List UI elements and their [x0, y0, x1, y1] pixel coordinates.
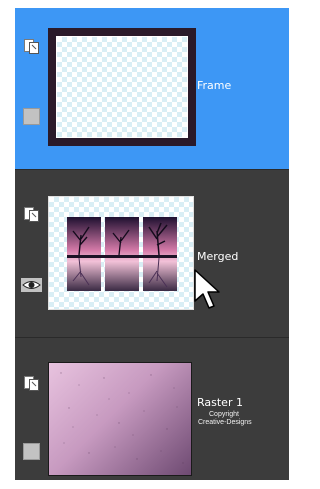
noise-texture: [60, 372, 184, 464]
layer-name-frame: Frame: [197, 79, 232, 92]
layer-row-raster-1[interactable]: Raster 1 Copyright Creative-Designs: [15, 338, 289, 480]
visibility-toggle-box[interactable]: [23, 443, 40, 460]
layer-name-merged: Merged: [197, 250, 239, 263]
layer-link-icon[interactable]: [23, 375, 40, 392]
visibility-toggle-box[interactable]: [23, 108, 40, 125]
layer-link-icon[interactable]: [23, 38, 40, 55]
mouse-pointer-icon: [194, 269, 220, 309]
layer-row-merged[interactable]: Merged: [15, 170, 289, 338]
layer-name-raster-1: Raster 1: [197, 396, 243, 409]
layer-thumbnail-raster-1: [48, 362, 192, 476]
merged-thumbnail-image: [67, 217, 177, 291]
layers-panel: Frame Merged Raster 1 Copyright Creative…: [15, 8, 289, 480]
eye-icon[interactable]: [21, 278, 42, 292]
layer-row-frame[interactable]: Frame: [15, 8, 289, 170]
watermark-line-2: Creative-Designs: [198, 419, 252, 426]
layer-thumbnail-frame: [48, 28, 196, 146]
watermark-line-1: Copyright: [209, 411, 239, 418]
layer-link-icon[interactable]: [23, 206, 40, 223]
watermark-text: Copyright Creative-Designs: [198, 411, 252, 427]
layer-thumbnail-merged: [48, 196, 194, 310]
